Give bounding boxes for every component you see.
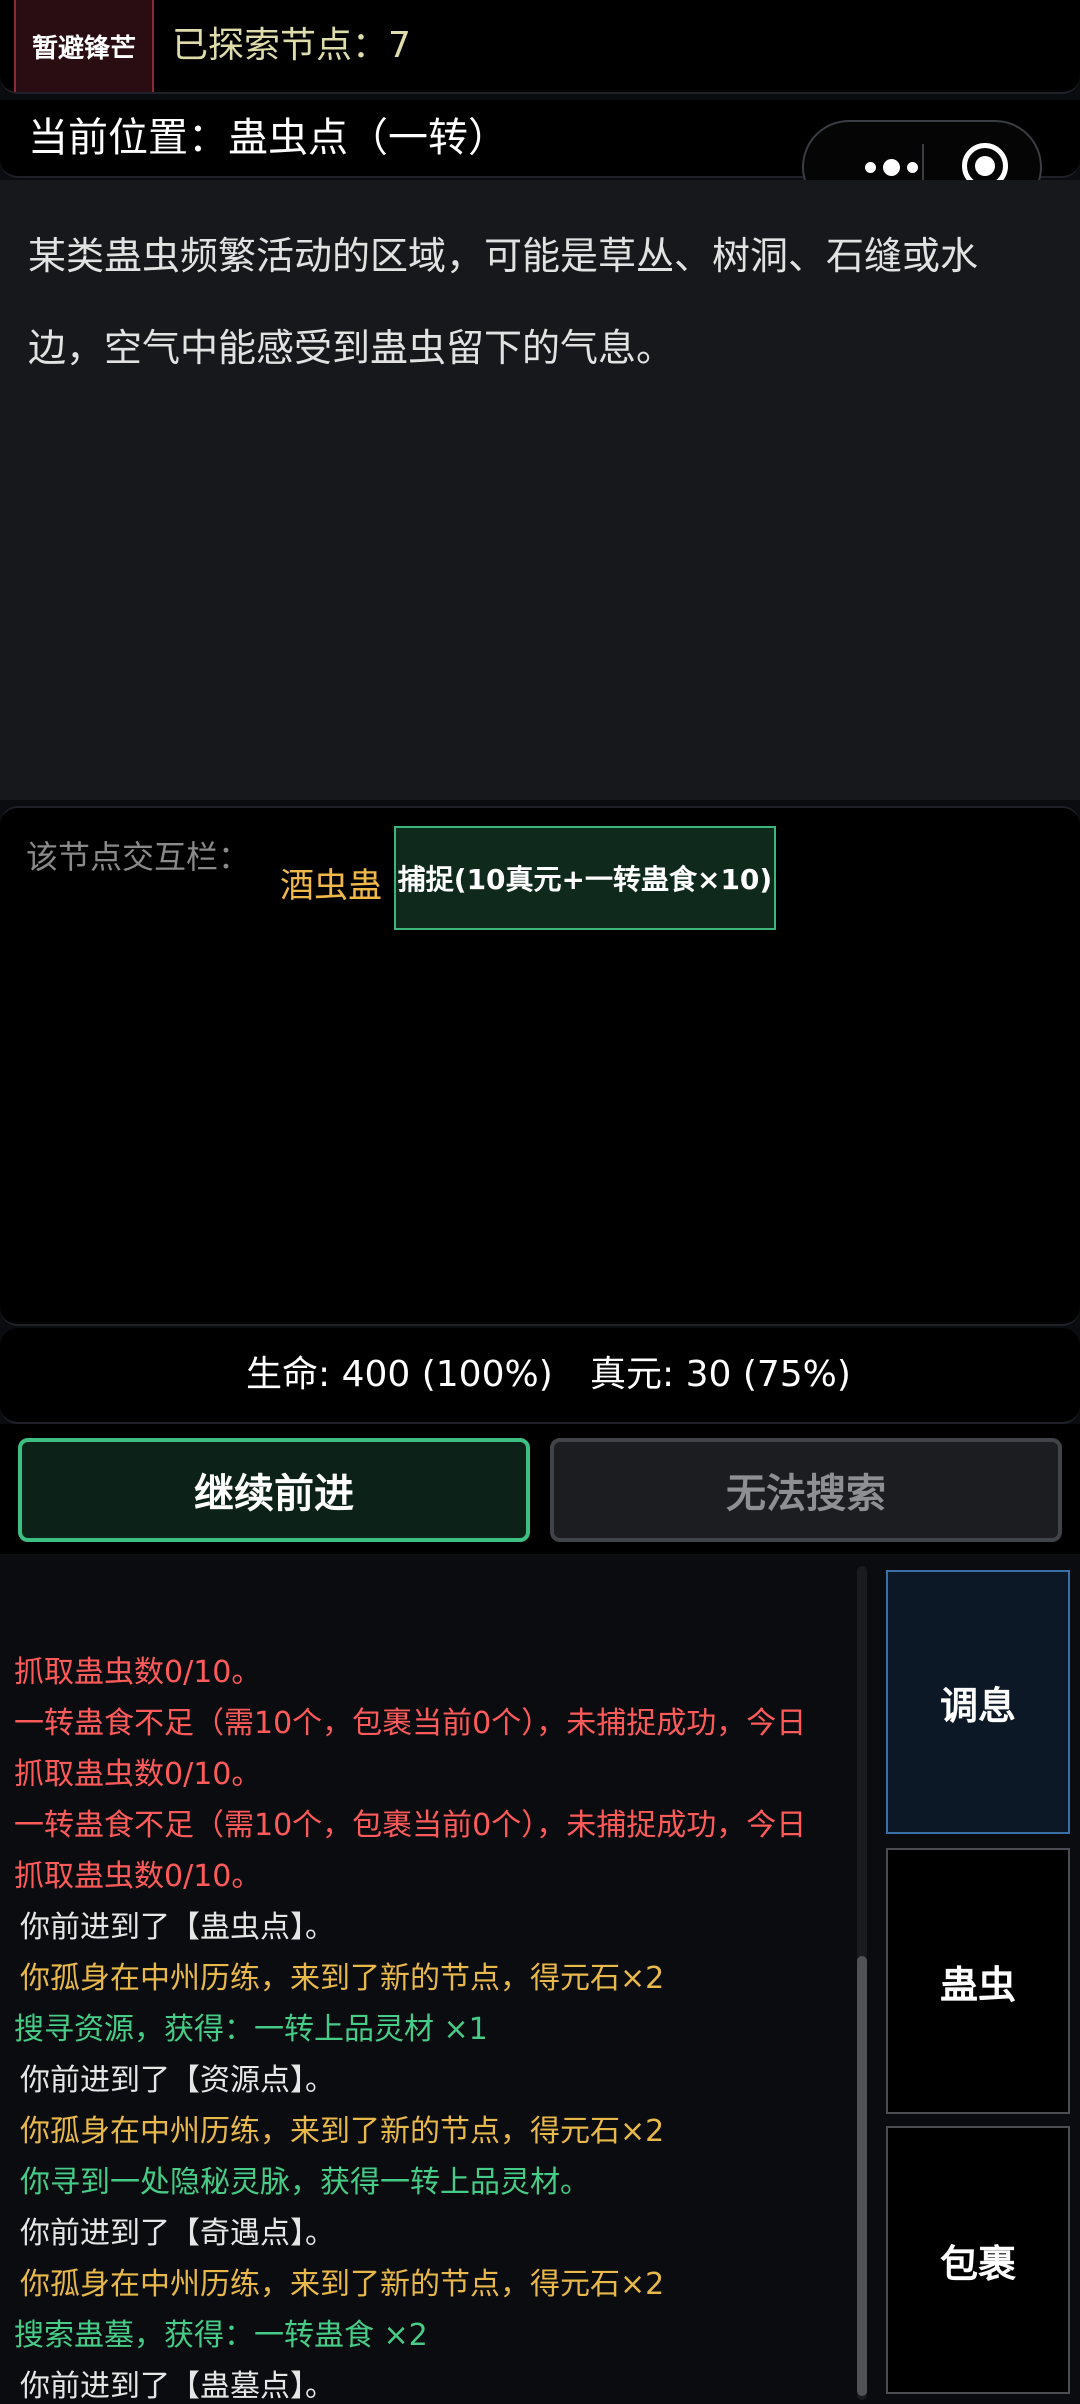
rest-button[interactable]: 调息 bbox=[886, 1570, 1070, 1834]
log-line: 你前进到了【奇遇点】。 bbox=[20, 2216, 335, 2251]
log-line: 搜索蛊墓，获得：一转蛊食 ×2 bbox=[14, 2318, 428, 2353]
log-line: 抓取蛊虫数0/10。 bbox=[14, 1859, 262, 1894]
action-row: 继续前进 无法搜索 bbox=[0, 1424, 1080, 1554]
status-bar: 生命: 400 (100%) 真元: 30 (75%) bbox=[0, 1328, 1080, 1424]
log-line: 你前进到了【资源点】。 bbox=[20, 2063, 335, 2098]
search-button[interactable]: 无法搜索 bbox=[550, 1438, 1062, 1542]
event-log[interactable]: 抓取蛊虫数0/10。 一转蛊食不足（需10个，包裹当前0个），未捕捉成功，今日 抓取… bbox=[0, 1556, 872, 2404]
node-description-panel: 某类蛊虫频繁活动的区域，可能是草丛、树洞、石缝或水边，空气中能感受到蛊虫留下的气… bbox=[0, 180, 1080, 800]
log-line: 一转蛊食不足（需10个，包裹当前0个），未捕捉成功，今日 bbox=[14, 1808, 807, 1843]
retreat-button[interactable]: 暂避锋芒 bbox=[14, 0, 154, 92]
current-location: 当前位置：蛊虫点（一转） bbox=[28, 115, 508, 161]
bag-button[interactable]: 包裹 bbox=[886, 2126, 1070, 2394]
log-line: 你孤身在中州历练，来到了新的节点，得元石×2 bbox=[20, 2267, 665, 2302]
hp-status: 生命: 400 (100%) bbox=[246, 1354, 553, 1395]
gu-name: 酒虫蛊 bbox=[280, 866, 382, 906]
event-log-list: 抓取蛊虫数0/10。 一转蛊食不足（需10个，包裹当前0个），未捕捉成功，今日 抓取… bbox=[0, 1647, 860, 2404]
log-line: 你孤身在中州历练，来到了新的节点，得元石×2 bbox=[20, 2114, 665, 2149]
continue-forward-button[interactable]: 继续前进 bbox=[18, 1438, 530, 1542]
log-line: 你寻到一处隐秘灵脉，获得一转上品灵材。 bbox=[20, 2165, 590, 2200]
node-description: 某类蛊虫频繁活动的区域，可能是草丛、树洞、石缝或水边，空气中能感受到蛊虫留下的气… bbox=[28, 234, 979, 370]
mp-status: 真元: 30 (75%) bbox=[590, 1354, 851, 1395]
log-line: 你前进到了【蛊虫点】。 bbox=[20, 1910, 335, 1945]
log-line: 一转蛊食不足（需10个，包裹当前0个），未捕捉成功，今日 bbox=[14, 1706, 807, 1741]
node-interaction-panel: 该节点交互栏： 酒虫蛊 捕捉(10真元+一转蛊食×10) bbox=[0, 806, 1080, 1326]
top-bar: 暂避锋芒 已探索节点：7 bbox=[0, 0, 1080, 94]
log-line: 你前进到了【蛊墓点】。 bbox=[20, 2369, 335, 2404]
log-line: 抓取蛊虫数0/10。 bbox=[14, 1655, 262, 1690]
interaction-label: 该节点交互栏： bbox=[26, 838, 251, 876]
log-line: 搜寻资源，获得：一转上品灵材 ×1 bbox=[14, 2012, 488, 2047]
log-line: 你孤身在中州历练，来到了新的节点，得元石×2 bbox=[20, 1961, 665, 1996]
gu-button[interactable]: 蛊虫 bbox=[886, 1848, 1070, 2114]
log-line: 抓取蛊虫数0/10。 bbox=[14, 1757, 262, 1792]
log-scrollbar-thumb[interactable] bbox=[857, 1956, 867, 2396]
catch-gu-button[interactable]: 捕捉(10真元+一转蛊食×10) bbox=[394, 826, 776, 930]
explored-nodes-counter: 已探索节点：7 bbox=[172, 25, 411, 66]
